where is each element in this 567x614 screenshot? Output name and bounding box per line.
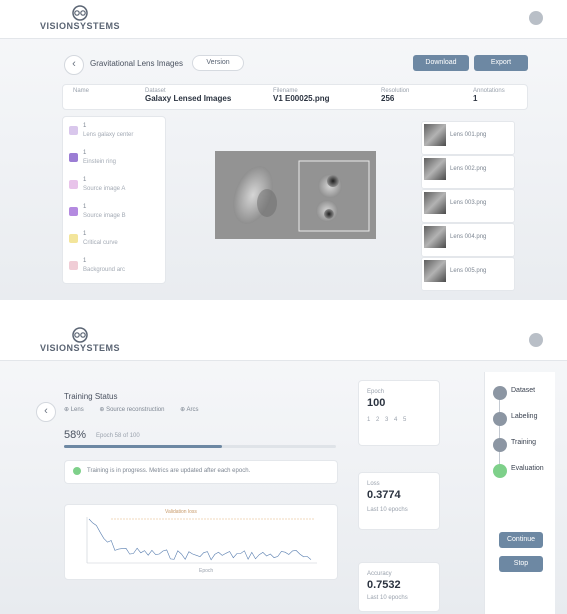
thumbnail-image (424, 226, 446, 248)
training-title: Training Status (64, 392, 118, 401)
meta-filename: Filename V1 E00025.png (273, 88, 330, 103)
meta-resolution: Resolution 256 (381, 88, 410, 103)
label-item[interactable]: 1 Lens galaxy center (63, 119, 163, 143)
label-color-swatch (69, 126, 78, 135)
stage-active-icon (493, 464, 507, 478)
thumbnail-item[interactable]: Lens 005.png (421, 257, 515, 291)
progress-percent: 58% (64, 429, 87, 441)
label-item[interactable]: 1 Einstein ring (63, 146, 163, 170)
top-navbar: VISIONSYSTEMS (0, 0, 567, 39)
stage-done-icon (493, 386, 507, 400)
loss-chart-card: Validation loss Epoch (64, 504, 338, 580)
progress-fill (64, 445, 222, 448)
thumbnail-item[interactable]: Lens 004.png (421, 223, 515, 257)
thumbnail-image (424, 124, 446, 146)
label-color-swatch (69, 234, 78, 243)
pipeline-sidebar: Dataset Labeling Training Evaluation Con… (484, 372, 555, 614)
version-dropdown[interactable]: Version (192, 55, 244, 71)
stage-done-icon (493, 412, 507, 426)
label-item[interactable]: 1 Source image A (63, 173, 163, 197)
brand-name: VISIONSYSTEMS (39, 343, 121, 353)
progress-track (64, 445, 336, 448)
stage-done-icon (493, 438, 507, 452)
label-list: 1 Lens galaxy center 1 Einstein ring 1 S… (62, 116, 166, 284)
back-button[interactable]: ‹ (64, 55, 84, 75)
label-item[interactable]: 1 Source image B (63, 200, 163, 224)
thumbnail-image (424, 192, 446, 214)
label-item[interactable]: 1 Background arc (63, 254, 163, 278)
training-panel: VISIONSYSTEMS ‹ Training Status ⊕ Lens ⊕… (0, 322, 567, 614)
thumbnail-image (424, 158, 446, 180)
status-alert: Training is in progress. Metrics are upd… (64, 460, 338, 484)
export-button[interactable]: Export (474, 55, 528, 71)
metric-card-loss: Loss 0.3774 Last 10 epochs (358, 472, 440, 530)
stage-item[interactable]: Evaluation (491, 462, 551, 482)
meta-name: Name (73, 88, 90, 94)
labeling-panel: VISIONSYSTEMS ‹ Gravitational Lens Image… (0, 0, 567, 300)
brand-name: VISIONSYSTEMS (39, 21, 121, 31)
stage-connector (499, 394, 500, 472)
metric-card-accuracy: Accuracy 0.7532 Last 10 epochs (358, 562, 440, 612)
user-avatar-icon[interactable] (529, 333, 543, 347)
eye-logo-icon (72, 327, 88, 343)
info-check-icon (73, 467, 81, 475)
lens-image-canvas[interactable] (215, 151, 376, 239)
top-navbar: VISIONSYSTEMS (0, 322, 567, 361)
meta-annotations: Annotations 1 (473, 88, 505, 103)
label-color-swatch (69, 180, 78, 189)
thumbnail-item[interactable]: Lens 003.png (421, 189, 515, 223)
label-color-swatch (69, 261, 78, 270)
label-color-swatch (69, 153, 78, 162)
meta-dataset: Dataset Galaxy Lensed Images (145, 88, 232, 103)
chart-x-label: Epoch (199, 568, 214, 574)
stage-item[interactable]: Labeling (491, 410, 551, 430)
brand-logo[interactable]: VISIONSYSTEMS (34, 4, 126, 34)
continue-button[interactable]: Continue (499, 532, 543, 548)
training-tags: ⊕ Lens ⊕ Source reconstruction ⊕ Arcs (64, 407, 199, 413)
eye-logo-icon (72, 5, 88, 21)
brand-logo[interactable]: VISIONSYSTEMS (34, 326, 126, 356)
lens-image (215, 151, 376, 239)
metric-card-epoch: Epoch 100 1 2 3 4 5 (358, 380, 440, 446)
back-button[interactable]: ‹ (36, 402, 56, 422)
download-button[interactable]: Download (413, 55, 469, 71)
stop-button[interactable]: Stop (499, 556, 543, 572)
stage-item[interactable]: Training (491, 436, 551, 456)
thumbnail-image (424, 260, 446, 282)
label-color-swatch (69, 207, 78, 216)
alert-text: Training is in progress. Metrics are upd… (87, 468, 251, 474)
tag-icon: ⊕ (64, 407, 71, 413)
progress-caption: Epoch 58 of 100 (96, 433, 140, 439)
thumbnail-item[interactable]: Lens 001.png (421, 121, 515, 155)
file-meta-bar: Name Dataset Galaxy Lensed Images Filena… (62, 84, 528, 110)
loss-series-line (88, 518, 312, 561)
thumbnail-item[interactable]: Lens 002.png (421, 155, 515, 189)
page-title: Gravitational Lens Images (90, 59, 183, 68)
stage-item[interactable]: Dataset (491, 384, 551, 404)
label-item[interactable]: 1 Critical curve (63, 227, 163, 251)
user-avatar-icon[interactable] (529, 11, 543, 25)
